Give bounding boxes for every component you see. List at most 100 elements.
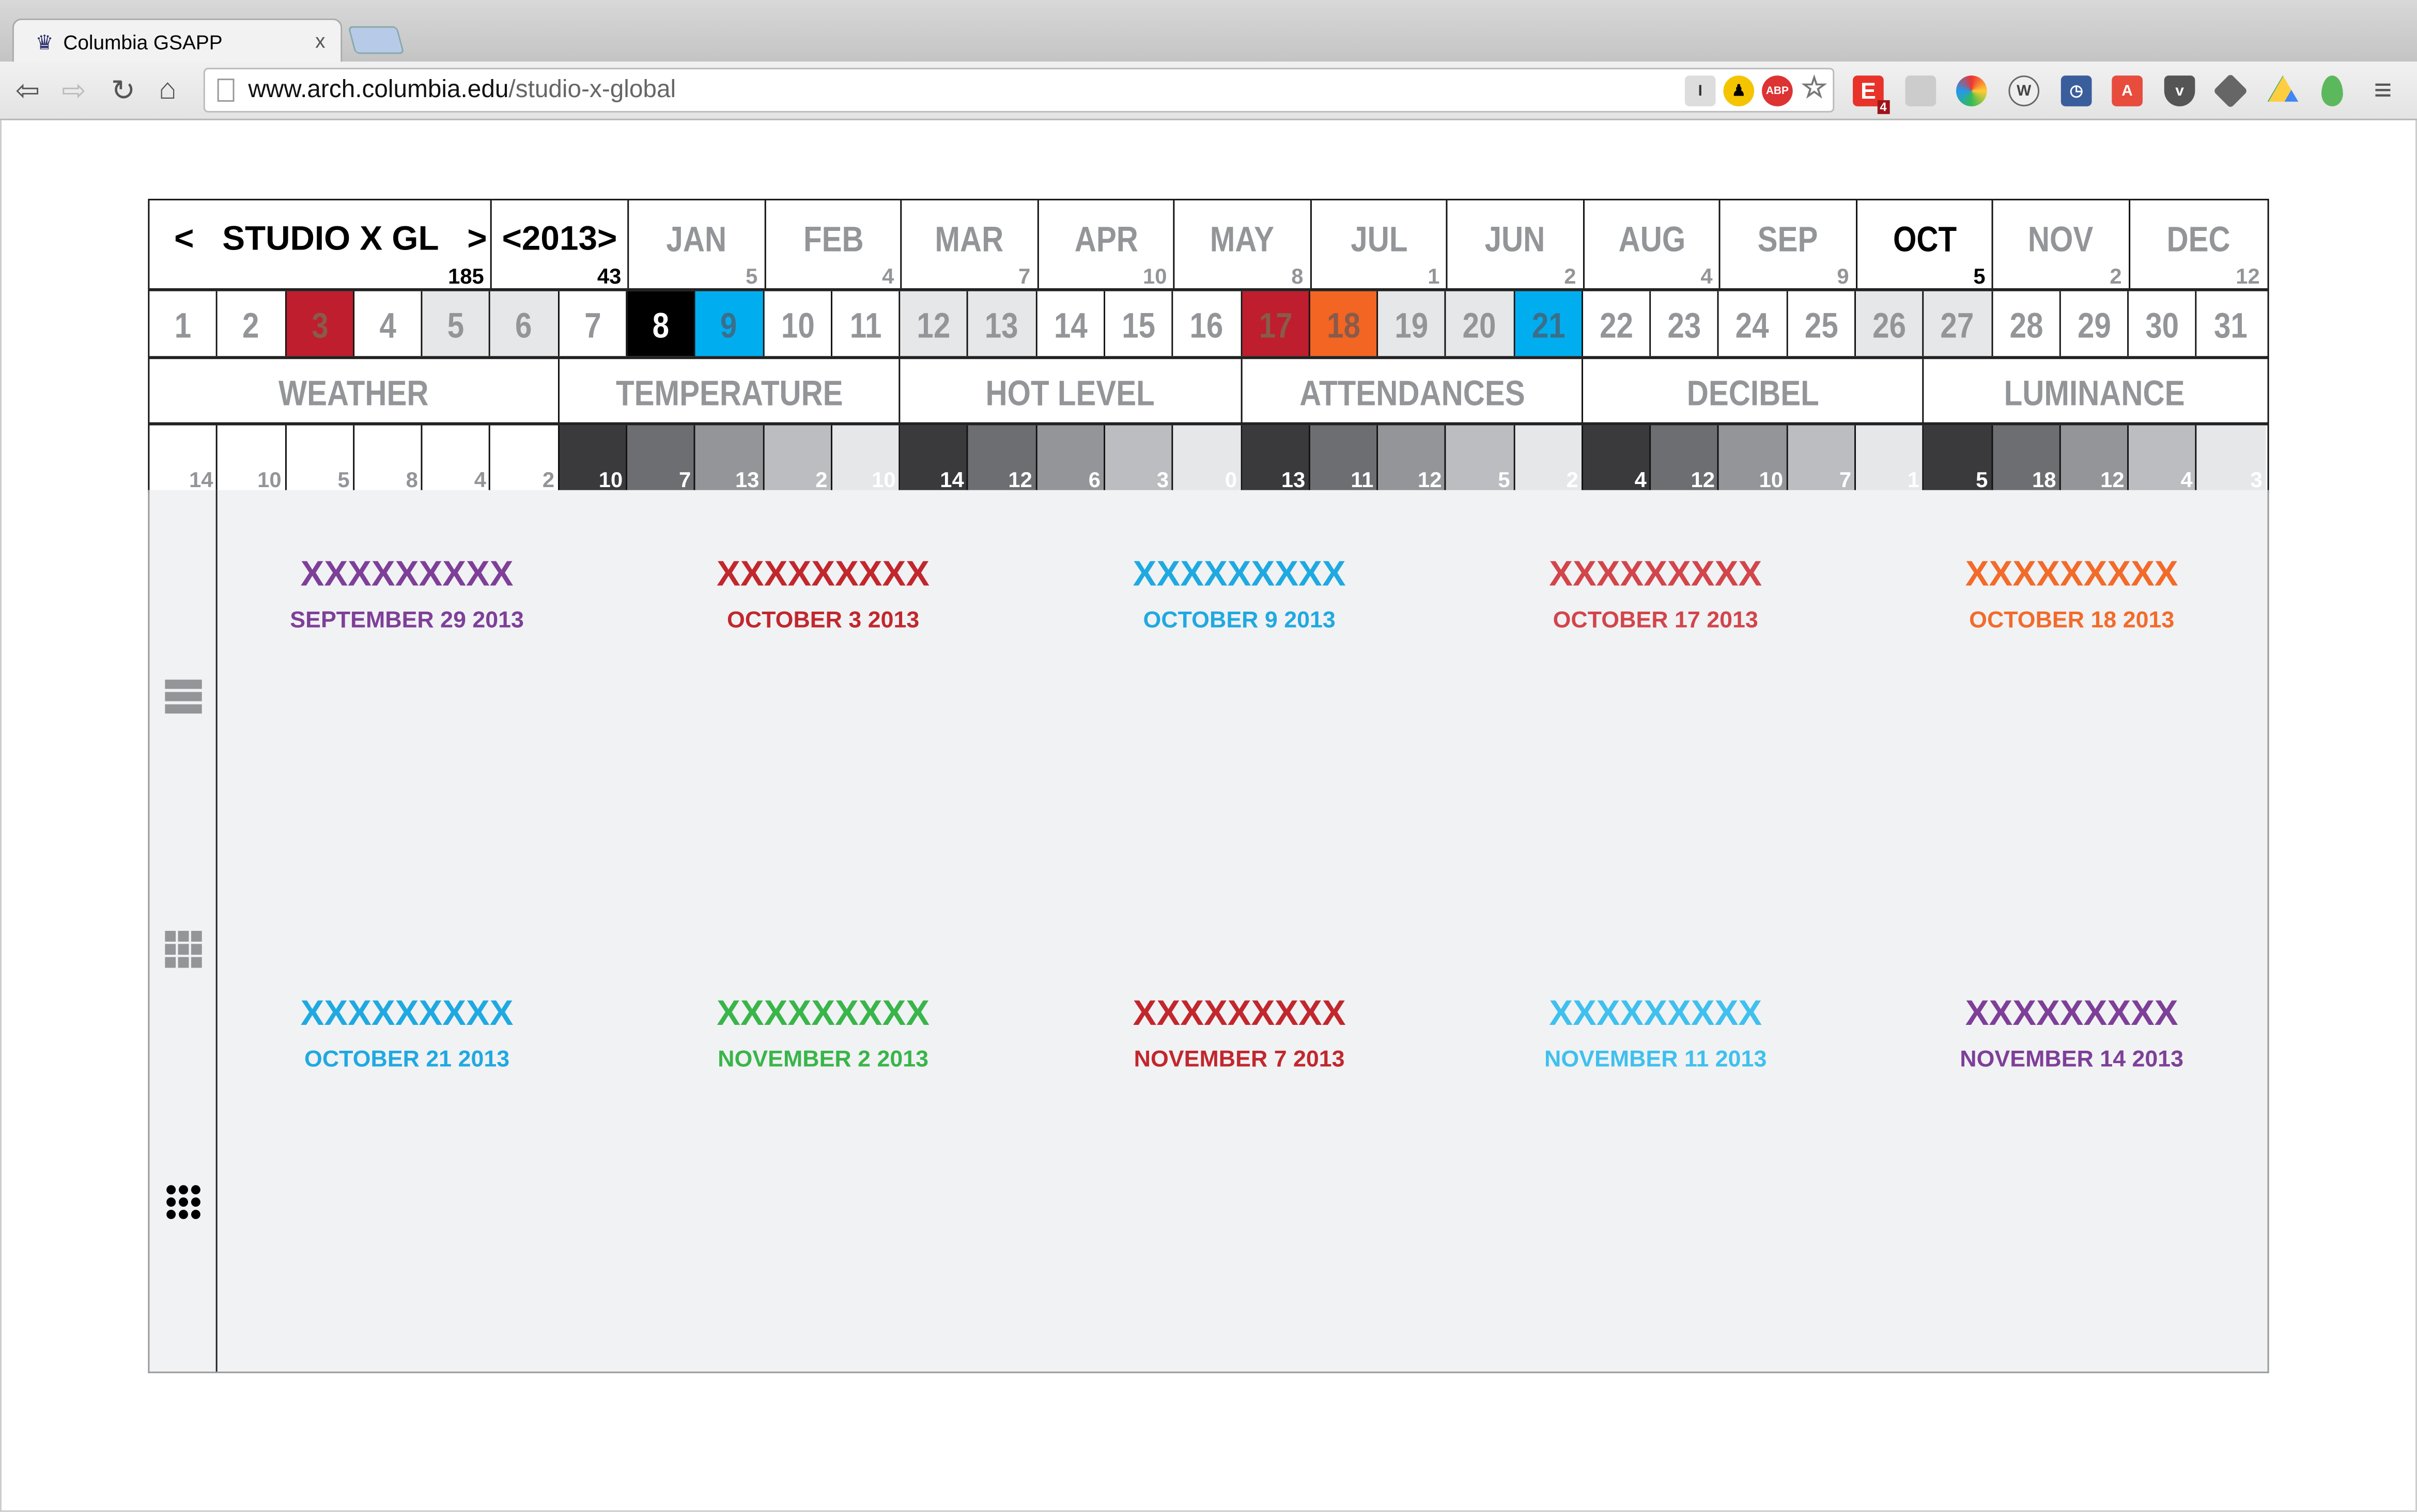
event-card[interactable]: XXXXXXXXX SEPTEMBER 29 2013 bbox=[207, 541, 608, 633]
translate-icon[interactable] bbox=[1905, 75, 1936, 106]
metric-level-3[interactable]: 10 bbox=[1719, 425, 1788, 492]
metric-level-2[interactable]: 12 bbox=[1651, 425, 1719, 492]
event-card[interactable]: XXXXXXXXX NOVEMBER 14 2013 bbox=[1871, 980, 2272, 1072]
book-icon[interactable]: A bbox=[2112, 75, 2143, 106]
metric-level-1[interactable]: 10 bbox=[559, 425, 628, 492]
day-13[interactable]: 13 bbox=[968, 291, 1037, 356]
month-dec[interactable]: DEC 12 bbox=[2130, 200, 2266, 288]
day-29[interactable]: 29 bbox=[2060, 291, 2129, 356]
category-luminance[interactable]: LUMINANCE bbox=[1925, 359, 2266, 422]
address-bar[interactable]: www.arch.columbia.edu/studio-x-global I … bbox=[203, 68, 1835, 113]
reload-icon[interactable]: ↻ bbox=[111, 74, 136, 110]
month-sep[interactable]: SEP 9 bbox=[1720, 200, 1857, 288]
day-7[interactable]: 7 bbox=[559, 291, 628, 356]
event-title[interactable]: XXXXXXXXX bbox=[1455, 992, 1856, 1034]
weather-storm[interactable]: 4 bbox=[423, 425, 491, 492]
day-8[interactable]: 8 bbox=[627, 291, 696, 356]
metric-level-5[interactable]: 0 bbox=[1173, 425, 1242, 492]
clock-icon[interactable]: ◷ bbox=[2060, 75, 2092, 106]
month-oct[interactable]: OCT 5 bbox=[1857, 200, 1993, 288]
metric-level-5[interactable]: 3 bbox=[2197, 425, 2266, 492]
month-jan[interactable]: JAN 5 bbox=[629, 200, 766, 288]
event-title[interactable]: XXXXXXXXX bbox=[623, 992, 1024, 1034]
metric-level-2[interactable]: 18 bbox=[1992, 425, 2061, 492]
metric-level-1[interactable]: 13 bbox=[1242, 425, 1310, 492]
metric-level-1[interactable]: 5 bbox=[1924, 425, 1993, 492]
event-card[interactable]: XXXXXXXXX NOVEMBER 7 2013 bbox=[1039, 980, 1440, 1072]
day-30[interactable]: 30 bbox=[2129, 291, 2197, 356]
weather-rain[interactable]: 8 bbox=[354, 425, 423, 492]
category-weather[interactable]: WEATHER bbox=[149, 359, 560, 423]
year-next-button[interactable]: > bbox=[597, 219, 617, 258]
year-prev-button[interactable]: < bbox=[502, 219, 522, 258]
metric-level-4[interactable]: 2 bbox=[764, 425, 832, 492]
hangouts-icon[interactable] bbox=[2321, 75, 2343, 106]
day-3[interactable]: 3 bbox=[286, 291, 354, 356]
colorful-extension-icon[interactable] bbox=[1956, 75, 1987, 106]
star-icon[interactable]: ☆ bbox=[1799, 72, 1830, 104]
day-25[interactable]: 25 bbox=[1788, 291, 1856, 356]
metric-level-3[interactable]: 12 bbox=[2060, 425, 2129, 492]
day-26[interactable]: 26 bbox=[1856, 291, 1925, 356]
month-aug[interactable]: AUG 4 bbox=[1584, 200, 1721, 288]
list-view-icon[interactable] bbox=[165, 678, 202, 715]
instapaper-icon[interactable]: I bbox=[1684, 75, 1716, 106]
month-feb[interactable]: FEB 4 bbox=[765, 200, 902, 288]
day-10[interactable]: 10 bbox=[764, 291, 832, 356]
metric-level-4[interactable]: 5 bbox=[1446, 425, 1515, 492]
metric-level-2[interactable]: 11 bbox=[1310, 425, 1378, 492]
studio-next-button[interactable]: > bbox=[467, 219, 487, 258]
month-jul[interactable]: JUL 1 bbox=[1311, 200, 1448, 288]
event-card[interactable]: XXXXXXXXX OCTOBER 9 2013 bbox=[1039, 541, 1440, 633]
feedly-icon[interactable] bbox=[2213, 73, 2248, 108]
weather-cloud[interactable]: 5 bbox=[286, 425, 354, 492]
home-icon[interactable]: ⌂ bbox=[159, 74, 176, 108]
day-22[interactable]: 22 bbox=[1583, 291, 1651, 356]
back-icon[interactable]: ⇦ bbox=[16, 74, 40, 110]
day-19[interactable]: 19 bbox=[1378, 291, 1447, 356]
day-2[interactable]: 2 bbox=[218, 291, 286, 356]
metric-level-1[interactable]: 4 bbox=[1583, 425, 1651, 492]
metric-level-3[interactable]: 13 bbox=[695, 425, 764, 492]
metric-level-4[interactable]: 7 bbox=[1788, 425, 1856, 492]
category-hot-level[interactable]: HOT LEVEL bbox=[901, 359, 1242, 423]
menu-icon[interactable]: ≡ bbox=[2374, 74, 2392, 110]
event-title[interactable]: XXXXXXXXX bbox=[623, 553, 1024, 595]
metric-level-4[interactable]: 4 bbox=[2129, 425, 2197, 492]
studio-prev-button[interactable]: < bbox=[174, 219, 194, 258]
grid-view-icon[interactable] bbox=[165, 930, 202, 968]
metric-level-4[interactable]: 3 bbox=[1105, 425, 1174, 492]
google-drive-icon[interactable] bbox=[2267, 75, 2299, 102]
category-decibel[interactable]: DECIBEL bbox=[1583, 359, 1925, 423]
metric-level-5[interactable]: 1 bbox=[1856, 425, 1925, 492]
event-title[interactable]: XXXXXXXXX bbox=[1039, 992, 1440, 1034]
pocket-icon[interactable]: v bbox=[2164, 75, 2195, 106]
event-card[interactable]: XXXXXXXXX OCTOBER 18 2013 bbox=[1871, 541, 2272, 633]
wikipedia-icon[interactable]: W bbox=[2008, 75, 2040, 106]
weather-sun[interactable]: 14 bbox=[149, 425, 218, 492]
day-6[interactable]: 6 bbox=[490, 291, 560, 356]
forward-icon[interactable]: ⇨ bbox=[61, 74, 86, 110]
day-20[interactable]: 20 bbox=[1446, 291, 1515, 356]
day-27[interactable]: 27 bbox=[1924, 291, 1993, 356]
event-title[interactable]: XXXXXXXXX bbox=[207, 992, 608, 1034]
metric-level-2[interactable]: 7 bbox=[627, 425, 696, 492]
tab-columbia-gsapp[interactable]: ♛ Columbia GSAPP x bbox=[12, 18, 343, 65]
day-21[interactable]: 21 bbox=[1514, 291, 1583, 356]
day-5[interactable]: 5 bbox=[422, 291, 491, 356]
category-attendances[interactable]: ATTENDANCES bbox=[1242, 359, 1584, 423]
dense-grid-view-icon[interactable] bbox=[165, 1183, 202, 1221]
day-15[interactable]: 15 bbox=[1105, 291, 1174, 356]
month-may[interactable]: MAY 8 bbox=[1174, 200, 1311, 288]
weather-snow[interactable]: 2 bbox=[491, 425, 560, 492]
day-16[interactable]: 16 bbox=[1173, 291, 1242, 356]
event-card[interactable]: XXXXXXXXX NOVEMBER 2 2013 bbox=[623, 980, 1024, 1072]
day-12[interactable]: 12 bbox=[900, 291, 969, 356]
metric-level-5[interactable]: 10 bbox=[832, 425, 901, 492]
month-nov[interactable]: NOV 2 bbox=[1993, 200, 2130, 288]
day-23[interactable]: 23 bbox=[1651, 291, 1719, 356]
day-11[interactable]: 11 bbox=[832, 291, 901, 356]
day-18[interactable]: 18 bbox=[1310, 291, 1378, 356]
day-28[interactable]: 28 bbox=[1992, 291, 2061, 356]
metric-level-5[interactable]: 2 bbox=[1514, 425, 1583, 492]
